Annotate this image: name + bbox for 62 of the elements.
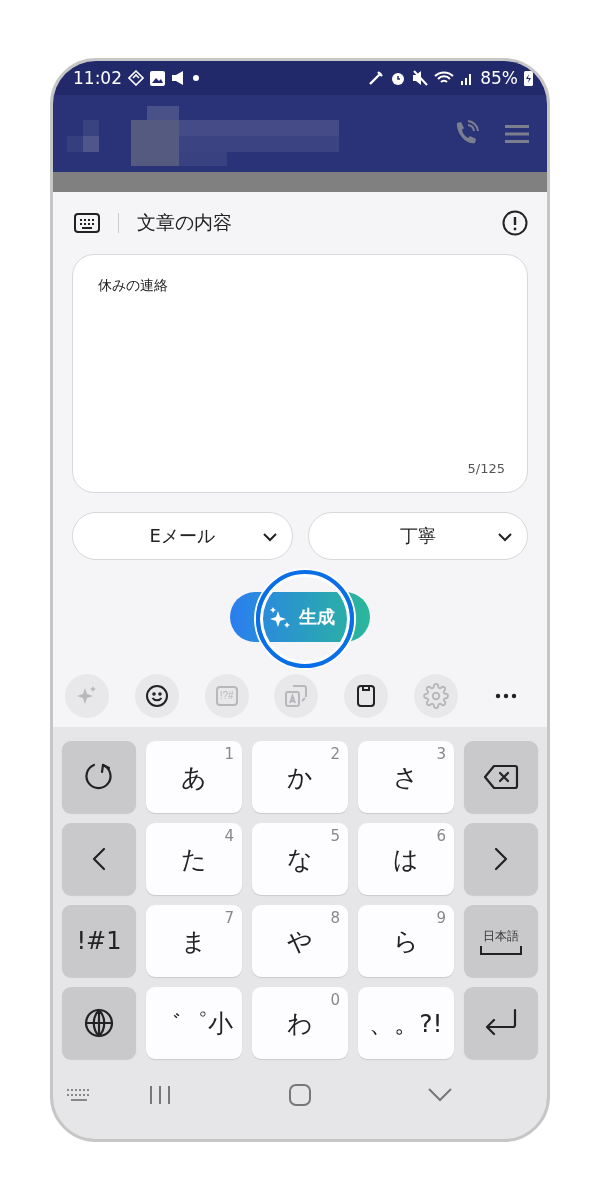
toolbar-button[interactable] — [134, 674, 179, 718]
key-number: 8 — [330, 909, 340, 927]
backspace-icon — [483, 764, 519, 790]
menu-icon[interactable] — [505, 123, 529, 144]
home-icon[interactable] — [289, 1084, 311, 1106]
keyboard-icon[interactable] — [74, 213, 100, 233]
symbols-icon: !?# — [215, 686, 238, 706]
keyboard-key[interactable] — [62, 741, 136, 813]
alarm-icon — [390, 70, 407, 86]
smiley-icon — [144, 684, 169, 708]
recent-apps-icon[interactable] — [149, 1085, 171, 1105]
battery-percent: 85% — [480, 68, 518, 88]
key-number: 2 — [330, 745, 340, 763]
key-number: 6 — [436, 827, 446, 845]
keyboard-key[interactable]: さ 3 — [358, 741, 454, 813]
chevron-down-icon[interactable] — [428, 1088, 452, 1102]
input-text: 休みの連絡 — [98, 277, 169, 295]
dot-icon — [193, 75, 199, 81]
enter-icon — [483, 1008, 519, 1038]
keyboard-key[interactable]: は 6 — [358, 823, 454, 895]
keyboard-key[interactable]: ま 7 — [146, 905, 242, 977]
dropdown[interactable]: Eメール — [72, 512, 293, 560]
mute-icon — [412, 70, 429, 86]
keyboard-key[interactable]: や 8 — [252, 905, 348, 977]
more-icon — [494, 693, 517, 699]
pen-icon — [368, 70, 385, 86]
keyboard-key[interactable]: な 5 — [252, 823, 348, 895]
dropdown[interactable]: 丁寧 — [307, 512, 528, 560]
section-title: 文章の内容 — [137, 210, 233, 235]
keyboard-key[interactable]: か 2 — [252, 741, 348, 813]
key-number: 3 — [436, 745, 446, 763]
keyboard-key[interactable] — [464, 741, 538, 813]
keyboard-key[interactable]: た 4 — [146, 823, 242, 895]
keyboard-key[interactable]: 、。?! — [358, 987, 454, 1059]
key-number: 7 — [224, 909, 234, 927]
info-icon[interactable] — [502, 210, 528, 236]
keyboard-key[interactable]: あ 1 — [146, 741, 242, 813]
text-input-area[interactable]: 休みの連絡 5/125 — [72, 254, 528, 493]
keyboard-key[interactable]: わ 0 — [252, 987, 348, 1059]
keyboard-key[interactable] — [464, 987, 538, 1059]
keyboard-key[interactable]: ら 9 — [358, 905, 454, 977]
status-time: 11:02 — [73, 68, 122, 88]
space-icon — [480, 944, 522, 955]
key-number: 5 — [330, 827, 340, 845]
keyboard-key[interactable]: 日本語 — [464, 905, 538, 977]
key-number: 4 — [224, 827, 234, 845]
sync-icon — [128, 70, 144, 86]
language-label: 日本語 — [483, 927, 519, 945]
settings-icon — [423, 683, 450, 709]
globe-icon — [84, 1008, 114, 1038]
image-icon — [150, 70, 165, 86]
sparkle-icon — [269, 606, 291, 628]
keyboard-key[interactable]: ゛゜小 — [146, 987, 242, 1059]
translate-icon — [284, 684, 309, 708]
character-counter: 5/125 — [467, 461, 505, 476]
battery-icon — [524, 70, 533, 86]
key-number: 9 — [436, 909, 446, 927]
key-number: 0 — [330, 991, 340, 1009]
keyboard-key[interactable]: !#1 — [62, 905, 136, 977]
keyboard-key[interactable] — [62, 987, 136, 1059]
key-number: 1 — [224, 745, 234, 763]
toolbar-button[interactable] — [344, 674, 389, 718]
